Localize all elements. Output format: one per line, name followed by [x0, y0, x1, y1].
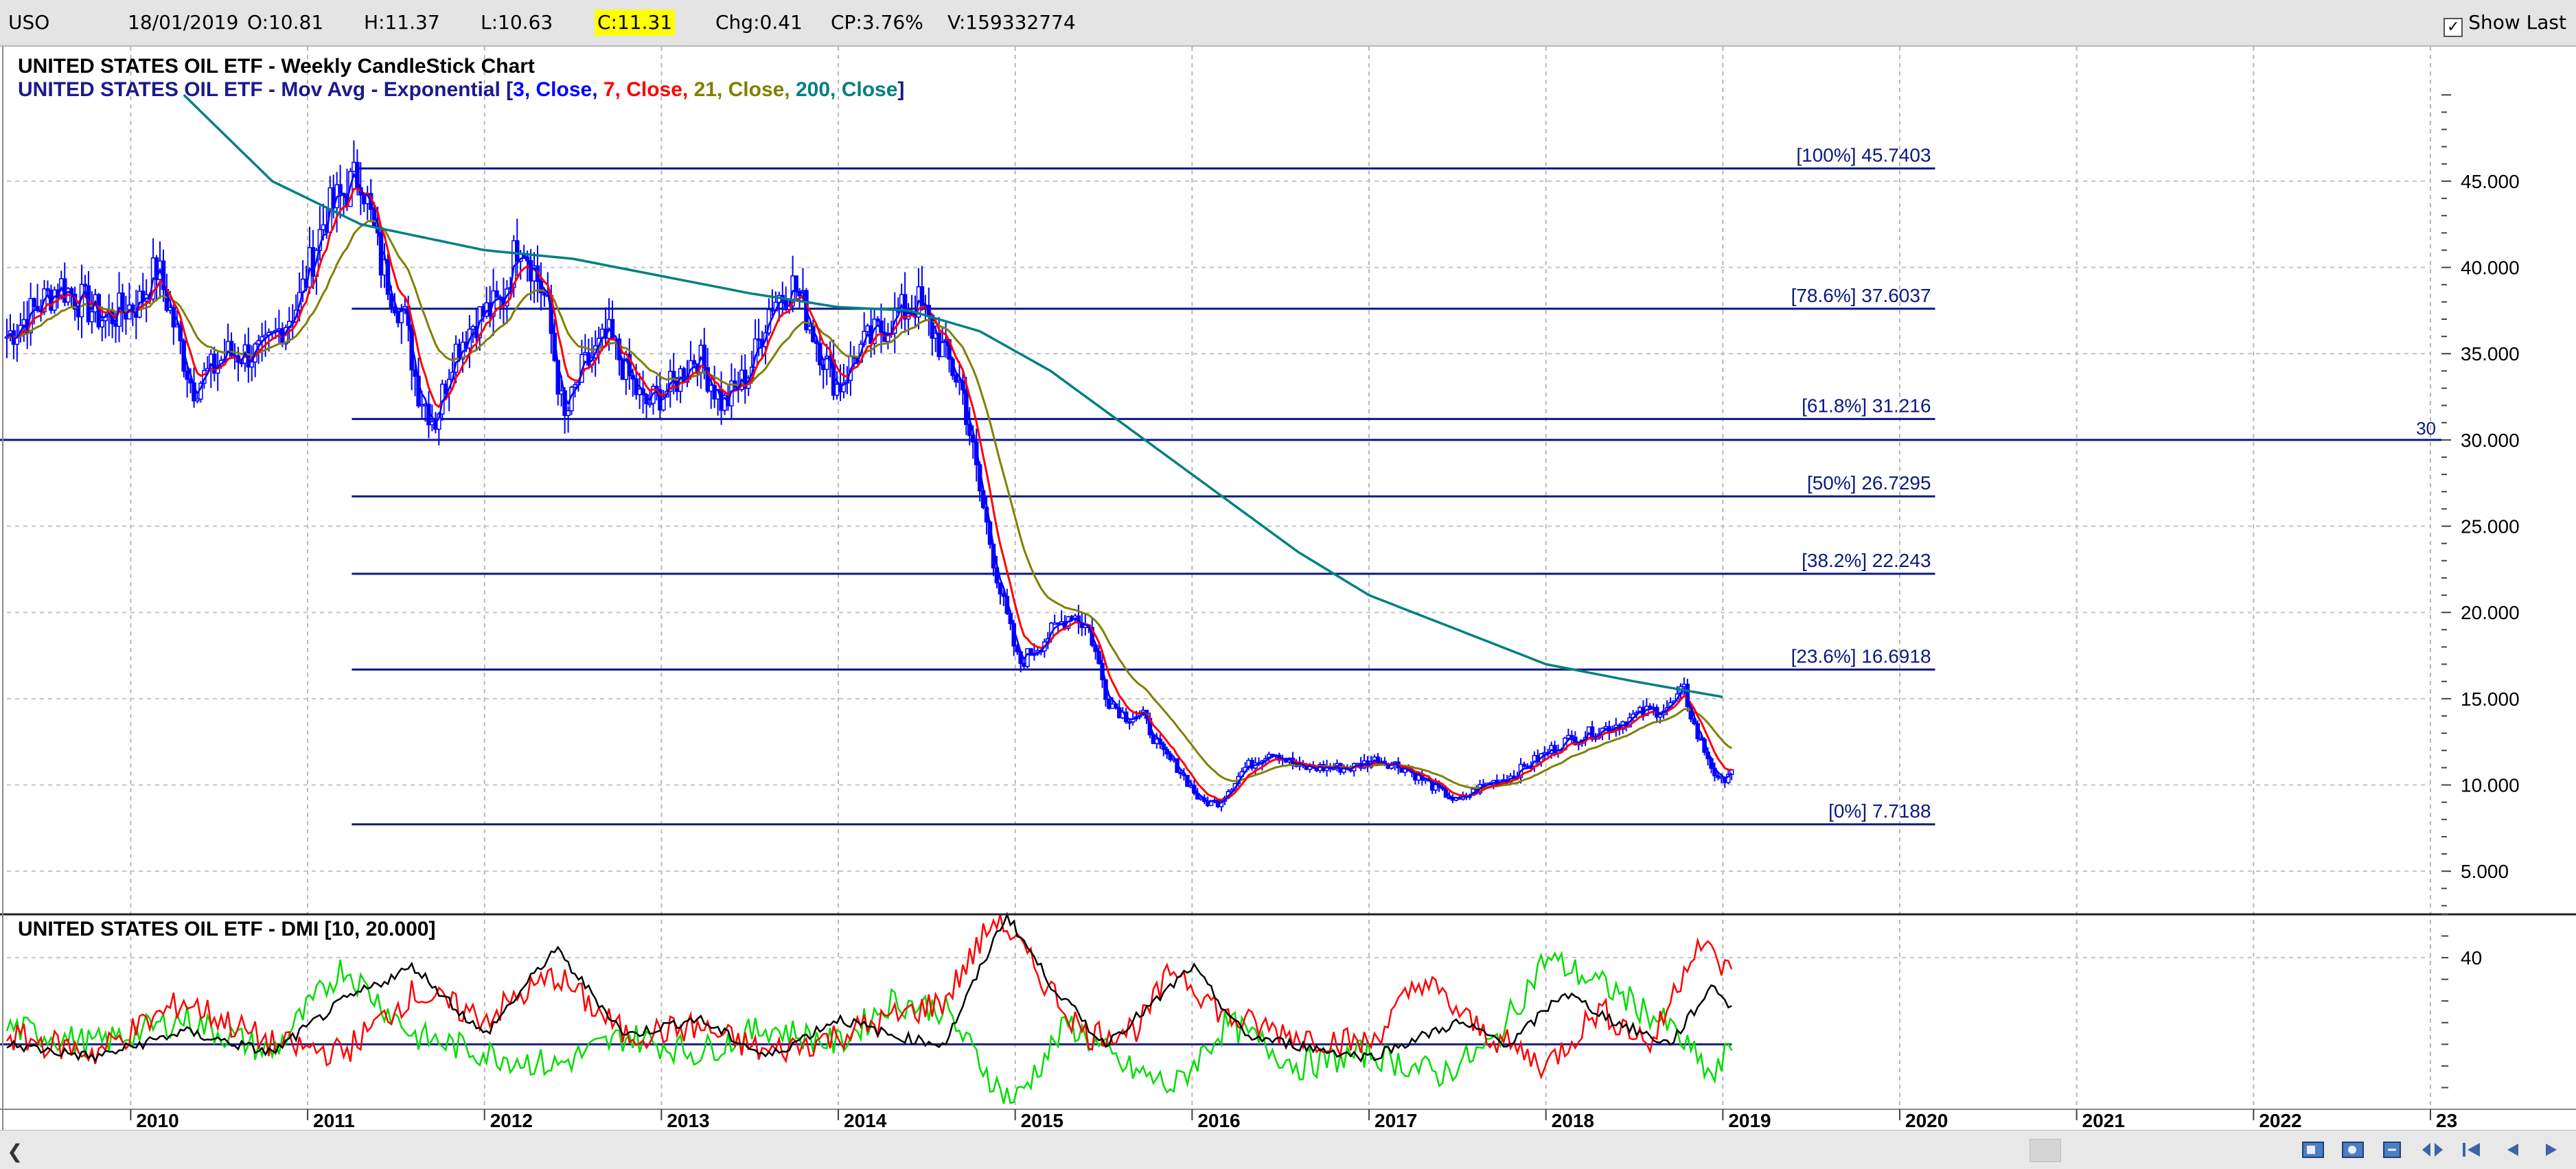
price-chart-title: UNITED STATES OIL ETF - Weekly CandleSti… — [18, 55, 535, 78]
horizontal-line-label: 30 — [2416, 418, 2436, 439]
price-tick-label: 20.000 — [2461, 602, 2520, 623]
candle-body — [32, 298, 36, 308]
navigation-buttons — [2296, 1136, 2569, 1164]
checkbox-icon[interactable]: ✓ — [2443, 18, 2463, 37]
fib-level-label: [61.8%] 31.216 — [1802, 395, 1931, 416]
candle-body — [185, 370, 189, 380]
previous-icon[interactable] — [2495, 1136, 2529, 1164]
close-value: C:11.31 — [595, 10, 676, 36]
candle-body — [100, 320, 104, 327]
year-label: 2022 — [2259, 1110, 2301, 1130]
price-tick-label: 25.000 — [2461, 516, 2520, 537]
legend-suffix: ] — [897, 78, 904, 101]
legend-ema-part: 200, Close — [796, 78, 897, 101]
candle-body — [671, 371, 676, 379]
year-label: 2020 — [1905, 1110, 1948, 1130]
year-label: 23 — [2436, 1110, 2457, 1130]
zoom-in-icon[interactable] — [2296, 1136, 2330, 1164]
show-last-label: Show Last — [2468, 11, 2566, 34]
candle-body — [249, 361, 255, 368]
symbol-label: USO — [8, 11, 50, 34]
fib-level-label: [50%] 26.7295 — [1807, 472, 1931, 494]
high-value: H:11.37 — [364, 11, 440, 34]
candle-body — [610, 319, 615, 340]
dmi-tick-label: 40 — [2461, 947, 2482, 969]
year-label: 2019 — [1728, 1110, 1771, 1130]
year-label: 2010 — [136, 1110, 179, 1130]
chart-canvas[interactable]: [100%] 45.7403 [78.6%] 37.6037 [61.8%] 31.… — [0, 47, 2576, 1130]
legend-prefix: UNITED STATES OIL ETF - Mov Avg - Expone… — [18, 78, 513, 101]
price-tick-label: 35.000 — [2461, 343, 2520, 364]
year-label: 2013 — [667, 1110, 709, 1130]
candle-body — [338, 184, 343, 194]
year-label: 2011 — [313, 1110, 355, 1130]
fib-level-label: [78.6%] 37.6037 — [1791, 285, 1931, 306]
fib-level-label: [0%] 7.7188 — [1828, 800, 1931, 822]
fib-level-label: [100%] 45.7403 — [1796, 144, 1931, 165]
show-last-toggle[interactable]: ✓ Show Last — [2443, 10, 2566, 37]
compress-icon[interactable] — [2376, 1136, 2410, 1164]
change-value: Chg:0.41 — [715, 11, 803, 34]
price-tick-label: 15.000 — [2461, 688, 2520, 710]
price-tick-label: 45.000 — [2461, 171, 2520, 192]
year-label: 2016 — [1197, 1110, 1240, 1130]
candle-body — [566, 410, 571, 417]
quote-toolbar: USO 18/01/2019 O:10.81 H:11.37 L:10.63 C… — [0, 0, 2576, 47]
price-tick-label: 30.000 — [2461, 430, 2520, 451]
volume-value: V:159332774 — [947, 11, 1076, 34]
chart-background — [0, 47, 2576, 1130]
year-label: 2014 — [844, 1110, 887, 1130]
moving-average-legend: UNITED STATES OIL ETF - Mov Avg - Expone… — [18, 78, 904, 101]
next-icon[interactable] — [2535, 1136, 2569, 1164]
year-label: 2018 — [1552, 1110, 1594, 1130]
fib-level-label: [23.6%] 16.6918 — [1791, 645, 1931, 667]
scroll-left-icon[interactable]: ❮ — [7, 1140, 23, 1163]
change-percent-value: CP:3.76% — [831, 11, 923, 34]
expand-icon[interactable] — [2415, 1136, 2450, 1164]
year-label: 2017 — [1375, 1110, 1417, 1130]
legend-ema-part: 21, Close, — [694, 78, 796, 101]
low-value: L:10.63 — [481, 11, 553, 34]
year-label: 2021 — [2082, 1110, 2125, 1130]
candle-body — [494, 290, 499, 298]
candle-body — [89, 311, 95, 323]
candle-body — [794, 275, 798, 292]
price-tick-label: 40.000 — [2461, 257, 2520, 279]
legend-ema-part: 3, Close, — [513, 78, 603, 101]
year-label: 2015 — [1021, 1110, 1063, 1130]
price-tick-label: 10.000 — [2461, 775, 2520, 796]
scroll-thumb[interactable] — [2029, 1139, 2061, 1162]
scroll-bar[interactable]: ❮ — [0, 1130, 2576, 1169]
zoom-out-icon[interactable] — [2336, 1136, 2370, 1164]
legend-ema-part: 7, Close, — [603, 78, 694, 101]
open-value: O:10.81 — [247, 11, 324, 34]
dmi-title: UNITED STATES OIL ETF - DMI [10, 20.000] — [18, 918, 435, 940]
price-tick-label: 5.000 — [2461, 861, 2509, 882]
first-page-icon[interactable] — [2455, 1136, 2489, 1164]
quote-date: 18/01/2019 — [128, 11, 239, 34]
fib-level-label: [38.2%] 22.243 — [1802, 550, 1931, 571]
year-label: 2012 — [490, 1110, 533, 1130]
candle-body — [940, 341, 945, 358]
